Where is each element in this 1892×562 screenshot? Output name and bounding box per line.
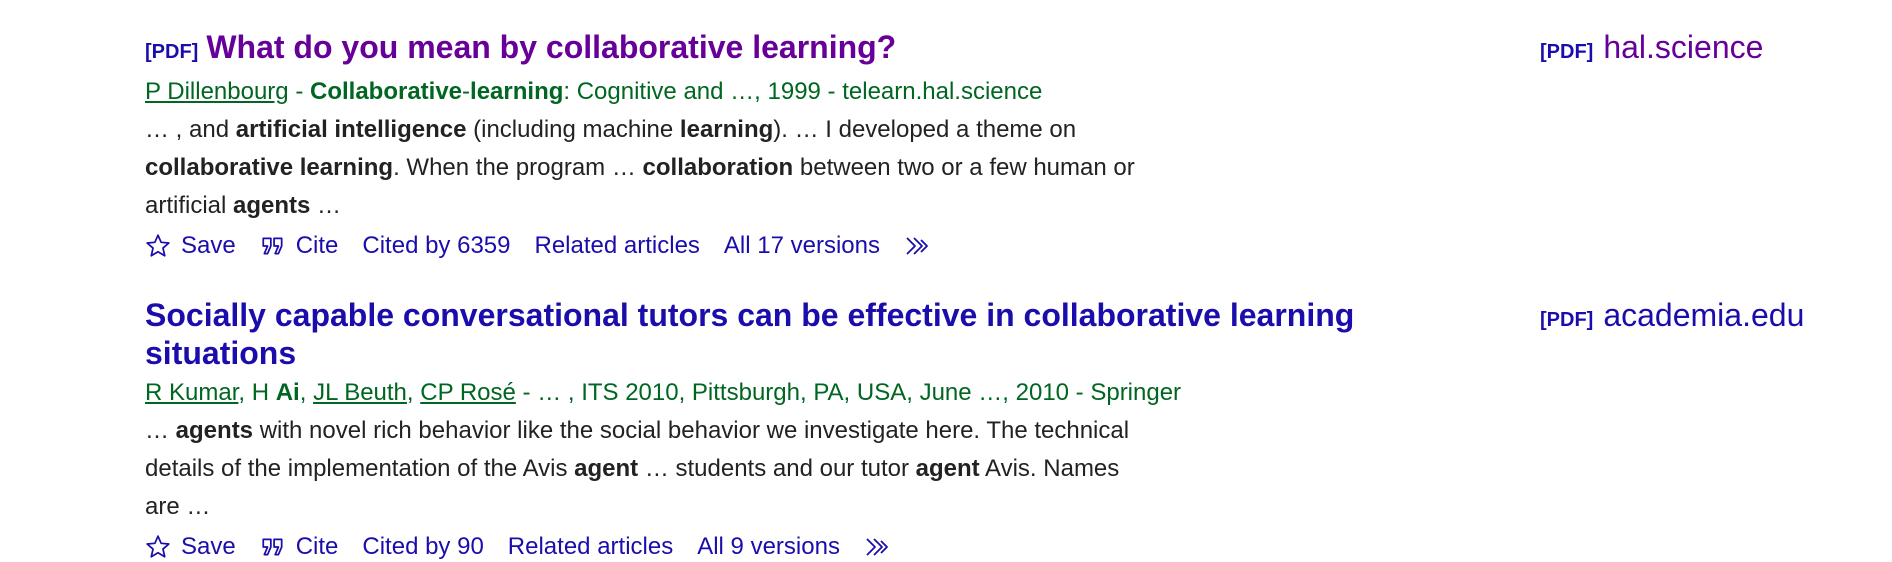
title-text: What do you mean by (206, 29, 546, 65)
result-title-link[interactable]: Socially capable conversational tutors c… (145, 297, 1354, 371)
quote-icon (262, 538, 283, 556)
save-button[interactable]: Save (145, 532, 236, 562)
byline-text: , (299, 379, 314, 406)
result-actions: Save Cite Cited by 6359 Related articles… (145, 231, 1405, 261)
star-icon (146, 234, 170, 257)
result-title[interactable]: Socially capable conversational tutors c… (145, 296, 1405, 372)
snippet-bold: agents (233, 192, 311, 219)
cite-button[interactable]: Cite (260, 532, 339, 562)
result-main: Socially capable conversational tutors c… (145, 296, 1405, 562)
author-link[interactable]: R Kumar (145, 379, 238, 406)
related-articles-link[interactable]: Related articles (508, 532, 673, 562)
title-text-bold: collaborative learning (1023, 297, 1355, 333)
snippet-text: ). … I developed a theme on (773, 116, 1077, 143)
snippet-text: … , and (145, 116, 236, 143)
snippet-text: … (310, 192, 342, 219)
side-pdf-link[interactable]: [PDF] hal.science (1540, 28, 1763, 71)
save-button[interactable]: Save (145, 231, 236, 261)
result-byline: P Dillenbourg - Collaborative-learning: … (145, 77, 1405, 107)
cite-button[interactable]: Cite (260, 231, 339, 261)
cite-label: Cite (295, 232, 339, 259)
snippet-text: … students and our tutor (638, 455, 916, 482)
byline-bold: Collaborative (309, 78, 463, 105)
byline-text: : Cognitive and …, 1999 - telearn.hal.sc… (563, 78, 1043, 105)
double-chevron-right-icon (866, 538, 888, 556)
result-actions: Save Cite Cited by 90 Related articles A… (145, 532, 1405, 562)
snippet-bold: agent (574, 455, 639, 482)
save-label: Save (181, 232, 236, 259)
side-pdf-link[interactable]: [PDF] academia.edu (1540, 296, 1804, 339)
snippet-bold: learning (679, 116, 774, 143)
pdf-tag: [PDF] (1540, 41, 1594, 63)
all-versions-link[interactable]: All 9 versions (697, 532, 840, 562)
title-text: situations (145, 335, 297, 371)
quote-icon (262, 237, 283, 255)
snippet-bold: artificial intelligence (235, 116, 467, 143)
pdf-tag: [PDF] (1540, 309, 1594, 331)
more-button[interactable] (864, 534, 904, 560)
byline-text: , H (238, 379, 276, 406)
double-chevron-right-icon (906, 237, 928, 255)
all-versions-link[interactable]: All 17 versions (724, 231, 880, 261)
related-articles-link[interactable]: Related articles (535, 231, 700, 261)
byline-bold: learning (470, 78, 564, 105)
title-text-bold: collaborative learning (545, 29, 877, 65)
result-snippet: … , and artificial intelligence (includi… (145, 111, 1155, 225)
snippet-text: . When the program … (393, 154, 643, 181)
byline-text: , (406, 379, 421, 406)
cited-by-link[interactable]: Cited by 6359 (362, 231, 510, 261)
star-icon (146, 535, 170, 558)
title-text: ? (876, 29, 897, 65)
snippet-bold: agent (915, 455, 980, 482)
cite-label: Cite (295, 533, 339, 560)
cited-by-link[interactable]: Cited by 90 (362, 532, 483, 562)
result-main: [PDF] What do you mean by collaborative l… (145, 28, 1405, 261)
snippet-text: (including machine (466, 116, 680, 143)
result-title[interactable]: [PDF] What do you mean by collaborative l… (145, 28, 1405, 71)
author-link[interactable]: CP Rosé (420, 379, 516, 406)
title-text: Socially capable conversational tutors c… (145, 297, 1024, 333)
byline-text: - (462, 78, 471, 105)
snippet-bold: collaboration (642, 154, 794, 181)
author-link[interactable]: JL Beuth (313, 379, 407, 406)
result-byline: R Kumar, H Ai, JL Beuth, CP Rosé - … , I… (145, 378, 1405, 408)
result-title-link[interactable]: What do you mean by collaborative learni… (206, 29, 896, 65)
result-snippet: … agents with novel rich behavior like t… (145, 412, 1155, 526)
snippet-text: … (145, 417, 176, 444)
side-domain: hal.science (1603, 29, 1764, 65)
byline-bold: Ai (275, 379, 300, 406)
more-button[interactable] (904, 233, 944, 259)
byline-text: - (288, 78, 310, 105)
byline-text: - … , ITS 2010, Pittsburgh, PA, USA, Jun… (515, 379, 1182, 406)
side-domain: academia.edu (1603, 297, 1805, 333)
author-link[interactable]: P Dillenbourg (145, 78, 289, 105)
pdf-tag: [PDF] (145, 41, 199, 63)
snippet-bold: collaborative learning (145, 154, 394, 181)
snippet-bold: agents (175, 417, 254, 444)
save-label: Save (181, 533, 236, 560)
